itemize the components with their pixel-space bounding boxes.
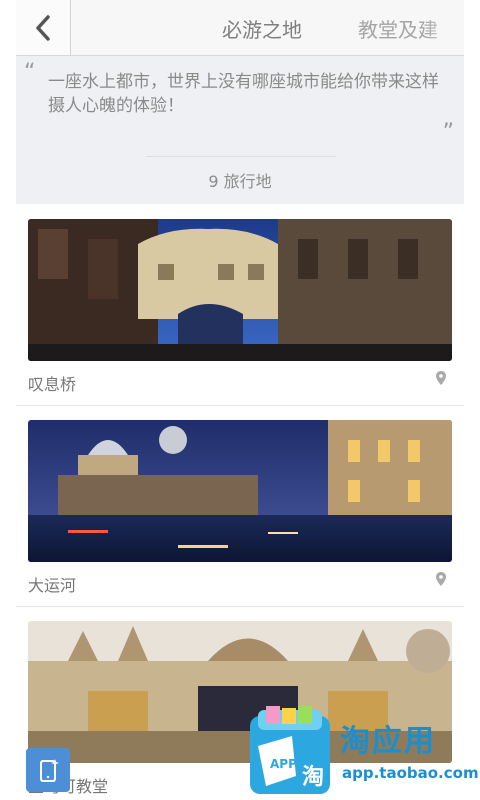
tab-must-visit[interactable]: 必游之地 — [222, 14, 302, 43]
tab-churches[interactable]: 教堂及建 — [358, 14, 438, 43]
logo-tao-char: 淘 — [302, 764, 324, 790]
intro-quote-text: 一座水上都市，世界上没有哪座城市能给你带来这样摄人心魄的体验！ — [48, 72, 439, 116]
watermark-url: app.taobao.com — [342, 764, 479, 782]
chevron-left-icon — [36, 14, 50, 41]
taobao-app-logo: APP 淘 — [250, 706, 330, 794]
open-quote-mark: “ — [24, 60, 36, 85]
taobao-app-watermark: APP 淘 淘应用 app.taobao.com — [244, 706, 480, 800]
destination-count: 9 旅行地 — [208, 172, 272, 191]
top-bar: 必游之地 教堂及建 — [16, 0, 464, 56]
place-name: 大运河 — [28, 576, 77, 595]
watermark-brand: 淘应用 — [340, 724, 436, 759]
place-card[interactable]: 大运河 — [16, 406, 464, 607]
location-pin-icon — [436, 371, 446, 385]
place-photo — [28, 219, 452, 361]
place-card[interactable]: 叹息桥 — [16, 205, 464, 406]
floating-action-button[interactable] — [26, 748, 70, 792]
place-photo — [28, 420, 452, 562]
close-quote-mark: ” — [442, 120, 454, 145]
intro-quote-block: “ 一座水上都市，世界上没有哪座城市能给你带来这样摄人心魄的体验！ ” 9 旅行… — [16, 56, 464, 204]
logo-app-text: APP — [270, 757, 297, 771]
phone-sparkle-icon — [40, 759, 59, 782]
divider — [146, 156, 336, 157]
location-pin-icon — [436, 572, 446, 586]
back-button[interactable] — [16, 0, 71, 55]
place-name: 叹息桥 — [28, 375, 77, 394]
